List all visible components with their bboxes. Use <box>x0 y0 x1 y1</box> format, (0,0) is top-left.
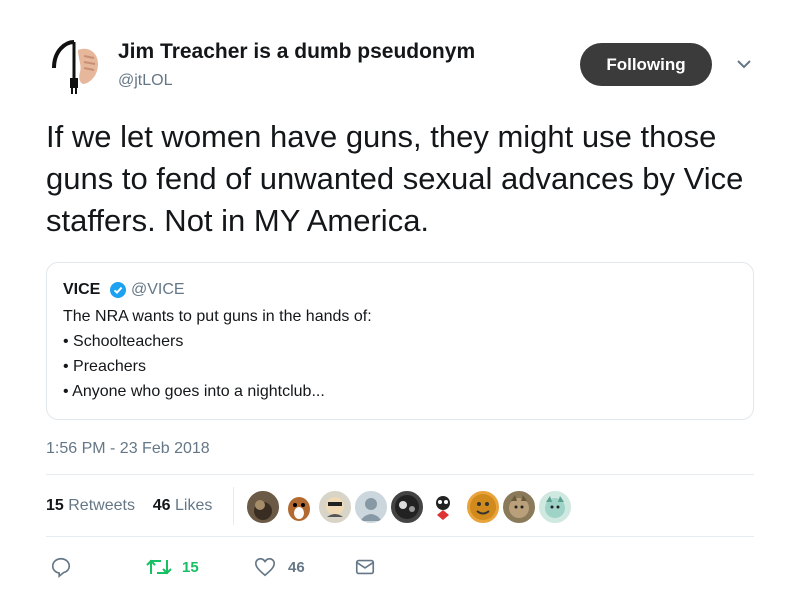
like-action-count: 46 <box>288 558 305 576</box>
likes-stat[interactable]: 46 Likes <box>153 497 213 514</box>
tweet-timestamp[interactable]: 1:56 PM - 23 Feb 2018 <box>46 440 210 458</box>
tweet-text: If we let women have guns, they might us… <box>46 119 744 238</box>
hand-holding-plug-avatar-icon <box>44 38 104 98</box>
liker-avatar[interactable] <box>246 490 280 524</box>
retweet-action-count: 15 <box>182 558 199 576</box>
retweets-label: Retweets <box>68 497 135 514</box>
quoted-text-line: • Preachers <box>63 358 146 375</box>
quoted-handle: @VICE <box>131 281 185 298</box>
quoted-text-line: The NRA wants to put guns in the hands o… <box>63 308 372 325</box>
liker-avatar[interactable] <box>502 490 536 524</box>
liker-avatar[interactable] <box>354 490 388 524</box>
retweet-button[interactable]: 15 <box>146 556 199 578</box>
quoted-text-line: • Schoolteachers <box>63 333 184 350</box>
liker-avatar[interactable] <box>318 490 352 524</box>
likes-label: Likes <box>174 497 213 514</box>
reply-icon <box>51 557 71 578</box>
likes-count: 46 <box>152 497 171 514</box>
retweets-count: 15 <box>46 497 64 514</box>
envelope-icon <box>355 559 375 575</box>
liker-avatar[interactable] <box>466 490 500 524</box>
reply-button[interactable] <box>50 556 72 578</box>
direct-message-button[interactable] <box>354 556 376 578</box>
stats-separator <box>233 487 234 525</box>
quoted-tweet-card[interactable]: VICE @VICE The NRA wants to put guns in … <box>46 262 754 420</box>
chevron-down-icon[interactable] <box>734 54 754 74</box>
verified-badge-icon <box>110 282 126 298</box>
quoted-text-line: • Anyone who goes into a nightclub... <box>63 383 325 400</box>
divider <box>46 474 754 475</box>
divider <box>46 536 754 537</box>
heart-icon <box>255 557 275 577</box>
engagement-stats: 15 Retweets 46 Likes <box>46 497 212 515</box>
author-avatar[interactable] <box>44 38 104 98</box>
liker-avatar[interactable] <box>538 490 572 524</box>
retweets-stat[interactable]: 15 Retweets <box>46 497 135 514</box>
retweet-icon <box>146 559 172 575</box>
author-display-name[interactable]: Jim Treacher is a dumb pseudonym <box>118 40 475 64</box>
author-handle[interactable]: @jtLOL <box>118 72 172 90</box>
following-button[interactable]: Following <box>580 43 712 86</box>
liker-avatar[interactable] <box>390 490 424 524</box>
liker-avatar[interactable] <box>282 490 316 524</box>
quoted-display-name: VICE <box>63 281 101 298</box>
like-button[interactable]: 46 <box>254 556 305 578</box>
liker-avatar[interactable] <box>426 490 460 524</box>
